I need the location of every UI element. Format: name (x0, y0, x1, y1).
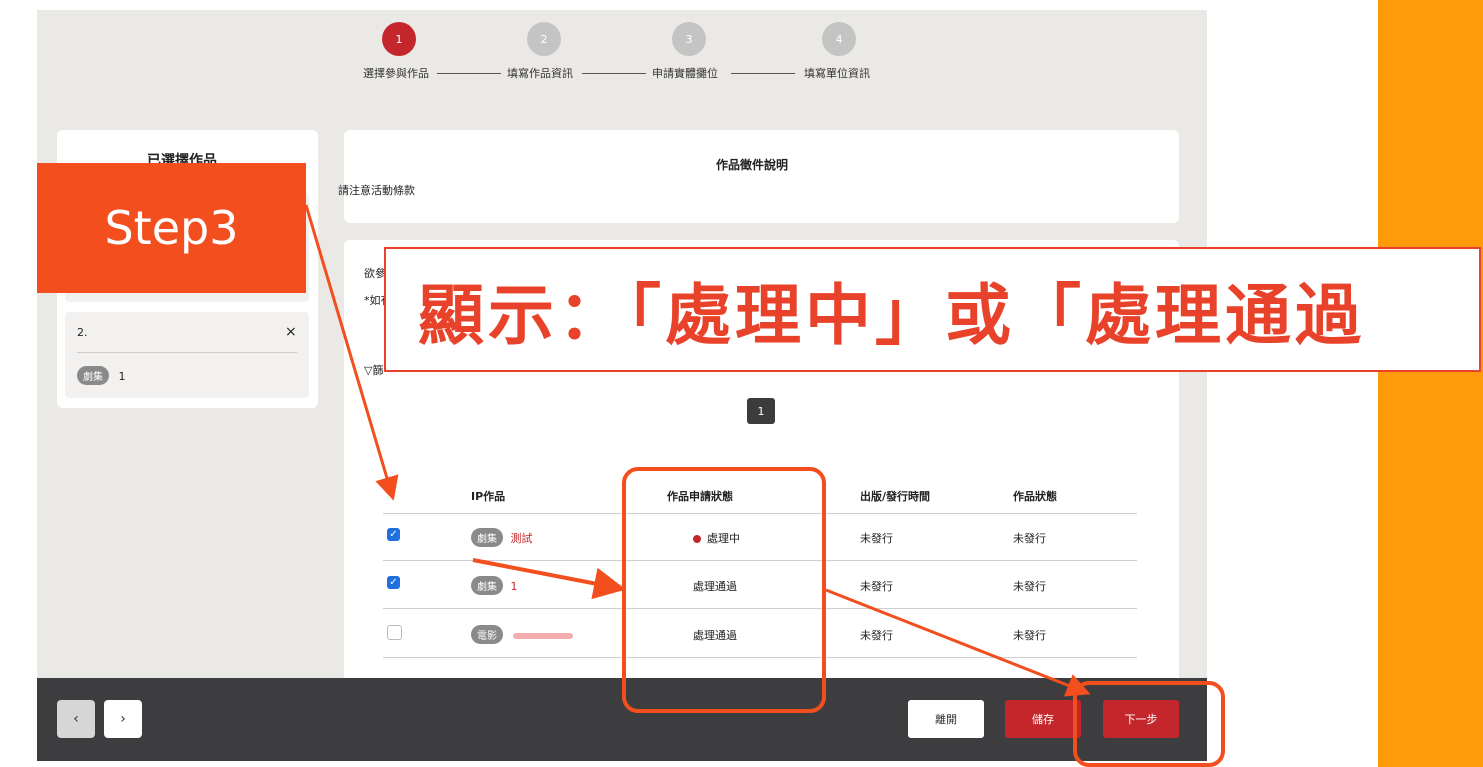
arrow-to-next-step (825, 588, 1091, 697)
annotation-arrows (304, 204, 1091, 697)
arrow-to-checkbox (304, 204, 399, 501)
arrow-to-status (472, 558, 626, 600)
